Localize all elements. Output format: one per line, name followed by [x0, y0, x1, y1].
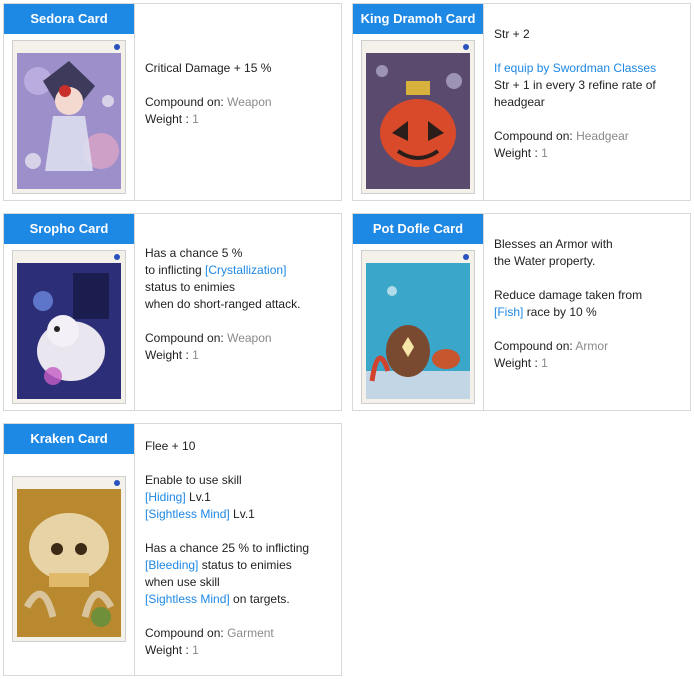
- effect-line: status to enimies: [145, 280, 236, 294]
- weight-value: 1: [541, 356, 548, 370]
- card-title: King Dramoh Card: [353, 4, 483, 34]
- effect-line: Has a chance 25 % to inflicting: [145, 541, 310, 555]
- card-description: Str + 2 If equip by Swordman Classes Str…: [494, 26, 684, 162]
- effect-line: headgear: [494, 95, 545, 109]
- skill-link[interactable]: [Sightless Mind]: [145, 507, 230, 521]
- kraken-card-image[interactable]: [12, 476, 126, 642]
- skill-link[interactable]: [Hiding]: [145, 490, 186, 504]
- card-title: Kraken Card: [4, 424, 134, 454]
- card-sropho-left: Sropho Card: [4, 214, 135, 410]
- compound-line: Compound on: Weapon: [145, 331, 272, 345]
- effect-line: Enable to use skill: [145, 473, 242, 487]
- pot-dofle-card-image[interactable]: [361, 250, 475, 404]
- effect-line: [Fish] race by 10 %: [494, 305, 597, 319]
- king-dramoh-card-image[interactable]: [361, 40, 475, 194]
- compound-value: Weapon: [227, 95, 272, 109]
- effect-line: Has a chance 5 %: [145, 246, 243, 260]
- weight-value: 1: [192, 112, 199, 126]
- effect-line: Critical Damage + 15 %: [145, 61, 272, 75]
- effect-line: Str + 2: [494, 27, 530, 41]
- card-kraken: Kraken Card Flee + 10 Enable to use skil…: [3, 423, 342, 676]
- weight-line: Weight : 1: [145, 112, 199, 126]
- card-description: Critical Damage + 15 % Compound on: Weap…: [145, 60, 335, 128]
- card-description: Flee + 10 Enable to use skill [Hiding] L…: [145, 438, 335, 659]
- effect-line: [Bleeding] status to enimies: [145, 558, 292, 572]
- effect-line: when use skill: [145, 575, 220, 589]
- card-title: Sedora Card: [4, 4, 134, 34]
- sedora-card-image[interactable]: [12, 40, 126, 194]
- compound-line: Compound on: Garment: [145, 626, 274, 640]
- condition-line: If equip by Swordman Classes: [494, 61, 657, 75]
- weight-line: Weight : 1: [494, 356, 548, 370]
- card-description: Blesses an Armor with the Water property…: [494, 236, 684, 372]
- status-link[interactable]: [Crystallization]: [205, 263, 286, 277]
- card-pot-dofle-left: Pot Dofle Card: [353, 214, 484, 410]
- sropho-card-image[interactable]: [12, 250, 126, 404]
- compound-line: Compound on: Weapon: [145, 95, 272, 109]
- card-king-dramoh: King Dramoh Card Str + 2 If equip by Swo…: [352, 3, 691, 201]
- compound-value: Headgear: [576, 129, 629, 143]
- card-title: Pot Dofle Card: [353, 214, 483, 244]
- effect-line: Reduce damage taken from: [494, 288, 643, 302]
- effect-line: [Sightless Mind] on targets.: [145, 592, 290, 606]
- effect-line: to inflicting [Crystallization]: [145, 263, 287, 277]
- card-sedora: Sedora Card Critical Damage + 15 % Compo…: [3, 3, 342, 201]
- compound-value: Garment: [227, 626, 274, 640]
- weight-line: Weight : 1: [494, 146, 548, 160]
- card-sedora-left: Sedora Card: [4, 4, 135, 200]
- effect-line: Str + 1 in every 3 refine rate of: [494, 78, 656, 92]
- compound-value: Armor: [575, 339, 609, 353]
- compound-value: Weapon: [227, 331, 272, 345]
- card-description: Has a chance 5 % to inflicting [Crystall…: [145, 245, 335, 364]
- effect-line: when do short-ranged attack.: [145, 297, 301, 311]
- skill-line: [Sightless Mind] Lv.1: [145, 507, 255, 521]
- weight-value: 1: [541, 146, 548, 160]
- card-king-dramoh-left: King Dramoh Card: [353, 4, 484, 200]
- compound-line: Compound on: Headgear: [494, 129, 629, 143]
- weight-value: 1: [192, 643, 199, 657]
- card-kraken-left: Kraken Card: [4, 424, 135, 675]
- skill-link[interactable]: [Sightless Mind]: [145, 592, 230, 606]
- weight-line: Weight : 1: [145, 643, 199, 657]
- status-link[interactable]: [Bleeding]: [145, 558, 198, 572]
- effect-line: Flee + 10: [145, 439, 196, 453]
- card-sropho: Sropho Card Has a chance 5 % to inflicti…: [3, 213, 342, 411]
- weight-value: 1: [192, 348, 199, 362]
- weight-line: Weight : 1: [145, 348, 199, 362]
- compound-line: Compound on: Armor: [494, 339, 609, 353]
- skill-line: [Hiding] Lv.1: [145, 490, 211, 504]
- card-pot-dofle: Pot Dofle Card Blesses an Armor with the…: [352, 213, 691, 411]
- race-link[interactable]: [Fish]: [494, 305, 523, 319]
- card-title: Sropho Card: [4, 214, 134, 244]
- effect-line: the Water property.: [494, 254, 596, 268]
- effect-line: Blesses an Armor with: [494, 237, 613, 251]
